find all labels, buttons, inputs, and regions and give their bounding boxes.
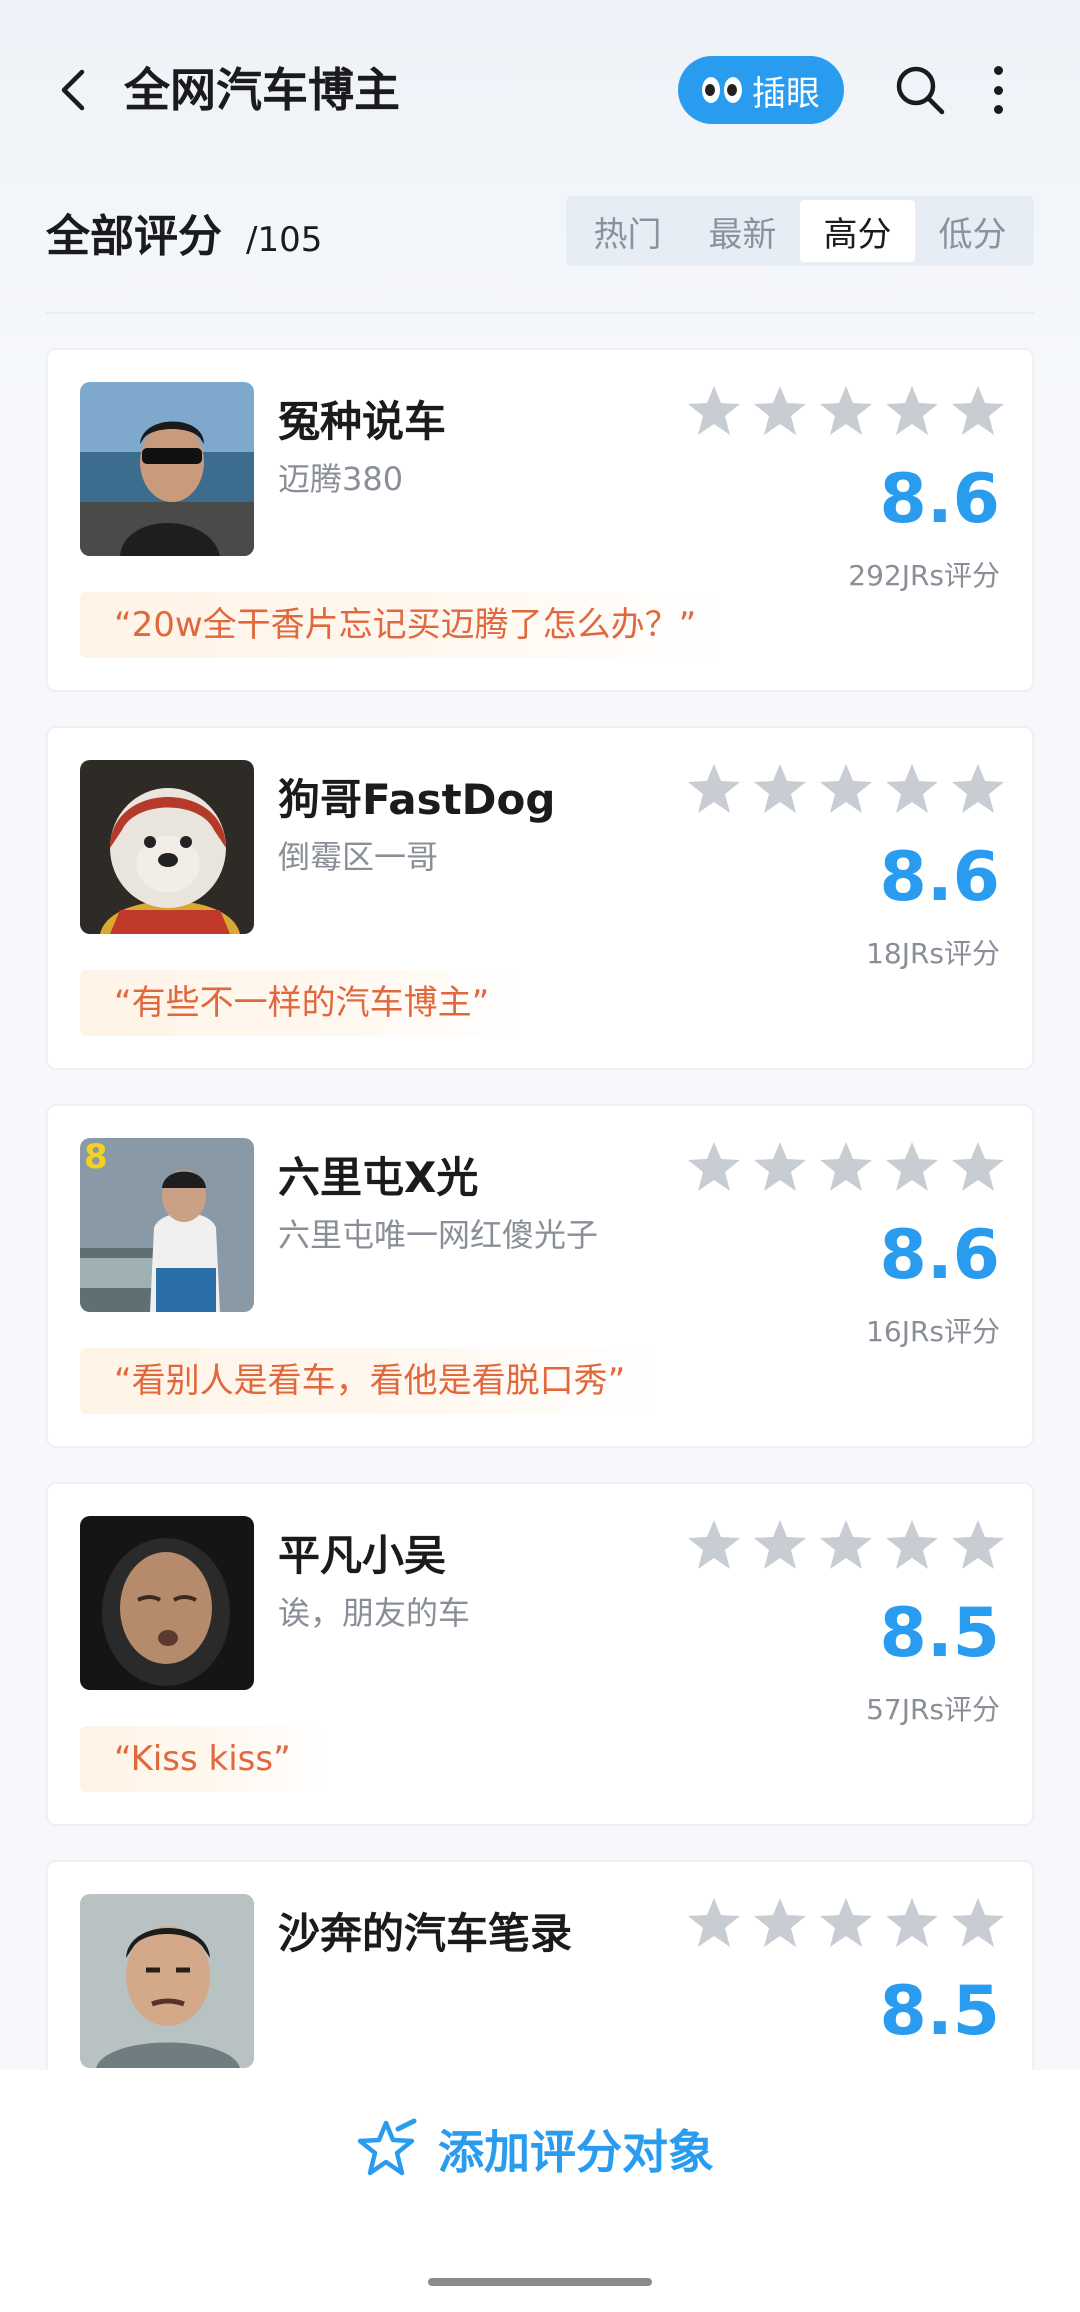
star-icon	[820, 764, 872, 813]
chevron-left-icon	[61, 69, 85, 111]
svg-text:8: 8	[84, 1138, 108, 1177]
star-icon	[886, 1142, 938, 1191]
star-icon	[952, 1142, 1004, 1191]
star-rating	[686, 1140, 1006, 1194]
star-icon	[688, 764, 740, 813]
item-name: 狗哥FastDog	[278, 775, 556, 824]
top-comment: “看别人是看车，看他是看脱口秀”	[80, 1348, 660, 1414]
rater-count: 18JRs评分	[866, 937, 1000, 970]
peek-button[interactable]: 插眼	[678, 56, 844, 124]
avatar	[80, 1894, 254, 2068]
star-icon	[688, 1520, 740, 1569]
sort-tab-high[interactable]: 高分	[800, 200, 915, 262]
eyes-icon	[702, 77, 742, 103]
add-rating-target-label: 添加评分对象	[438, 2125, 714, 2179]
dot-icon	[993, 85, 1003, 95]
item-subtitle: 倒霉区一哥	[278, 838, 439, 876]
score: 8.6	[879, 1216, 1000, 1295]
search-button[interactable]	[890, 60, 950, 120]
star-icon	[886, 1520, 938, 1569]
item-name: 冤种说车	[278, 397, 447, 446]
sort-tab-latest[interactable]: 最新	[685, 200, 800, 262]
item-subtitle: 诶，朋友的车	[278, 1594, 471, 1632]
bottom-bar: 添加评分对象	[0, 2070, 1080, 2312]
star-rating	[686, 384, 1006, 438]
star-icon	[754, 386, 806, 435]
section-count: /105	[246, 220, 323, 260]
rating-card[interactable]: 8 六里屯X光 六里屯唯一网红傻光子 8.6 16JRs评分 “看别人是看车，看…	[46, 1104, 1034, 1448]
search-icon	[896, 66, 945, 115]
score: 8.6	[879, 460, 1000, 539]
home-indicator[interactable]	[428, 2278, 652, 2286]
star-icon	[754, 764, 806, 813]
star-rating	[686, 1518, 1006, 1572]
add-rating-target-button[interactable]: 添加评分对象	[356, 2114, 714, 2184]
peek-label: 插眼	[752, 73, 820, 114]
item-name: 六里屯X光	[278, 1153, 479, 1202]
item-name: 平凡小吴	[278, 1531, 447, 1580]
section-title: 全部评分	[46, 211, 222, 262]
top-comment: “Kiss kiss”	[80, 1726, 325, 1792]
more-menu-button[interactable]	[980, 60, 1016, 120]
avatar	[80, 760, 254, 934]
star-icon	[886, 1898, 938, 1947]
star-icon	[886, 386, 938, 435]
star-icon	[952, 386, 1004, 435]
star-icon	[688, 386, 740, 435]
star-icon	[952, 764, 1004, 813]
avatar	[80, 1516, 254, 1690]
star-icon	[886, 764, 938, 813]
star-icon	[820, 386, 872, 435]
star-icon	[952, 1520, 1004, 1569]
score: 8.5	[879, 1972, 1000, 2051]
top-comment: “有些不一样的汽车博主”	[80, 970, 524, 1036]
star-icon	[820, 1520, 872, 1569]
header: 全网汽车博主 插眼	[0, 0, 1080, 180]
rater-count: 292JRs评分	[848, 559, 1000, 592]
star-rating	[686, 762, 1006, 816]
star-icon	[754, 1898, 806, 1947]
star-icon	[820, 1898, 872, 1947]
dot-icon	[993, 105, 1003, 114]
star-icon	[754, 1520, 806, 1569]
rater-count: 57JRs评分	[866, 1693, 1000, 1726]
rating-card[interactable]: 冤种说车 迈腾380 8.6 292JRs评分 “20w全干香片忘记买迈腾了怎么…	[46, 348, 1034, 692]
star-icon	[820, 1142, 872, 1191]
rating-card[interactable]: 狗哥FastDog 倒霉区一哥 8.6 18JRs评分 “有些不一样的汽车博主”	[46, 726, 1034, 1070]
sort-tabs: 热门 最新 高分 低分	[566, 196, 1034, 266]
rater-count: 16JRs评分	[866, 1315, 1000, 1348]
avatar	[80, 382, 254, 556]
score: 8.5	[879, 1594, 1000, 1673]
star-icon	[688, 1898, 740, 1947]
page: 全网汽车博主 插眼 全部评分 /105 热门 最新 高分 低分 冤种说车 迈腾3…	[0, 0, 1080, 2312]
star-icon	[754, 1142, 806, 1191]
item-subtitle: 六里屯唯一网红傻光子	[278, 1216, 599, 1254]
star-edit-icon	[357, 2118, 417, 2176]
divider	[46, 312, 1034, 314]
item-subtitle: 迈腾380	[278, 460, 404, 498]
avatar: 8	[80, 1138, 254, 1312]
sort-tab-hot[interactable]: 热门	[570, 200, 685, 262]
sort-tab-low[interactable]: 低分	[915, 200, 1030, 262]
item-name: 沙奔的汽车笔录	[278, 1909, 573, 1958]
star-icon	[952, 1898, 1004, 1947]
page-title: 全网汽车博主	[124, 63, 400, 117]
star-icon	[688, 1142, 740, 1191]
score: 8.6	[879, 838, 1000, 917]
rating-card[interactable]: 平凡小吴 诶，朋友的车 8.5 57JRs评分 “Kiss kiss”	[46, 1482, 1034, 1826]
top-comment: “20w全干香片忘记买迈腾了怎么办？”	[80, 592, 731, 658]
back-button[interactable]	[48, 62, 104, 118]
rating-list: 冤种说车 迈腾380 8.6 292JRs评分 “20w全干香片忘记买迈腾了怎么…	[46, 348, 1034, 2238]
star-rating	[686, 1896, 1006, 1950]
dot-icon	[993, 66, 1003, 75]
